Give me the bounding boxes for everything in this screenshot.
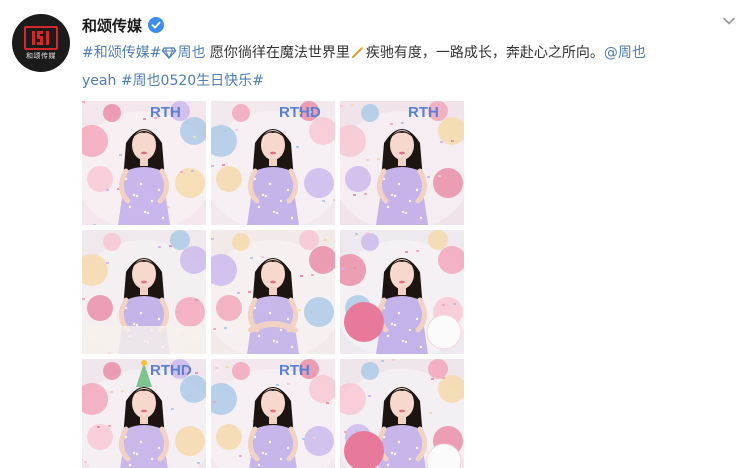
author-name[interactable]: 和颂传媒 <box>82 15 142 36</box>
chevron-down-icon[interactable] <box>722 14 736 28</box>
verified-badge-icon <box>148 17 165 33</box>
photo-9-image <box>340 359 464 468</box>
photo-8[interactable]: RTH <box>211 359 335 468</box>
mention-continuation[interactable]: yeah <box>82 73 116 89</box>
post-text-part: 愿你徜徉在魔法世界里 <box>205 45 350 61</box>
photo-4[interactable] <box>82 230 206 354</box>
brand-logo-icon <box>24 26 58 50</box>
photo-6-image <box>340 230 464 354</box>
weibo-post: 和颂传媒 和颂传媒 #和颂传媒# 周也 愿你徜徉在魔法世界里 疾驰有度，一路成长，奔… <box>0 0 746 468</box>
photo-5-image <box>211 230 335 354</box>
author-avatar[interactable]: 和颂传媒 <box>12 14 70 72</box>
photo-3-image: RTH <box>340 101 464 225</box>
author-row: 和颂传媒 <box>82 15 165 36</box>
photo-2[interactable]: RTHD <box>211 101 335 225</box>
diamond-icon <box>162 42 177 68</box>
photo-5[interactable] <box>211 230 335 354</box>
photo-8-image: RTH <box>211 359 335 468</box>
birthday-hashtag-link[interactable]: #周也0520生日快乐# <box>121 73 264 89</box>
post-text-part-2: 疾驰有度，一路成长，奔赴心之所向。 <box>365 45 604 61</box>
photo-9[interactable] <box>340 359 464 468</box>
photo-1-image: RTH <box>82 101 206 225</box>
avatar-caption: 和颂传媒 <box>26 52 56 60</box>
svg-text:RTH: RTH <box>279 362 310 379</box>
photo-2-image: RTHD <box>211 101 335 225</box>
hashtag-link[interactable]: #和颂传媒# <box>82 45 161 61</box>
magic-wand-icon <box>351 42 365 68</box>
photo-1[interactable]: RTH <box>82 101 206 225</box>
photo-gallery: RTH RTHD RTH RTHD RTH <box>82 101 464 468</box>
photo-6[interactable] <box>340 230 464 354</box>
photo-3[interactable]: RTH <box>340 101 464 225</box>
post-body: #和颂传媒# 周也 愿你徜徉在魔法世界里 疾驰有度，一路成长，奔赴心之所向。@周也 … <box>82 40 712 94</box>
photo-7[interactable]: RTHD <box>82 359 206 468</box>
svg-text:RTHD: RTHD <box>150 362 192 379</box>
mention-link-zhouye[interactable]: 周也 <box>161 45 205 61</box>
photo-7-image: RTHD <box>82 359 206 468</box>
svg-text:RTH: RTH <box>408 104 439 121</box>
photo-4-image <box>82 230 206 354</box>
mention-link-2[interactable]: @周也 <box>604 45 646 61</box>
